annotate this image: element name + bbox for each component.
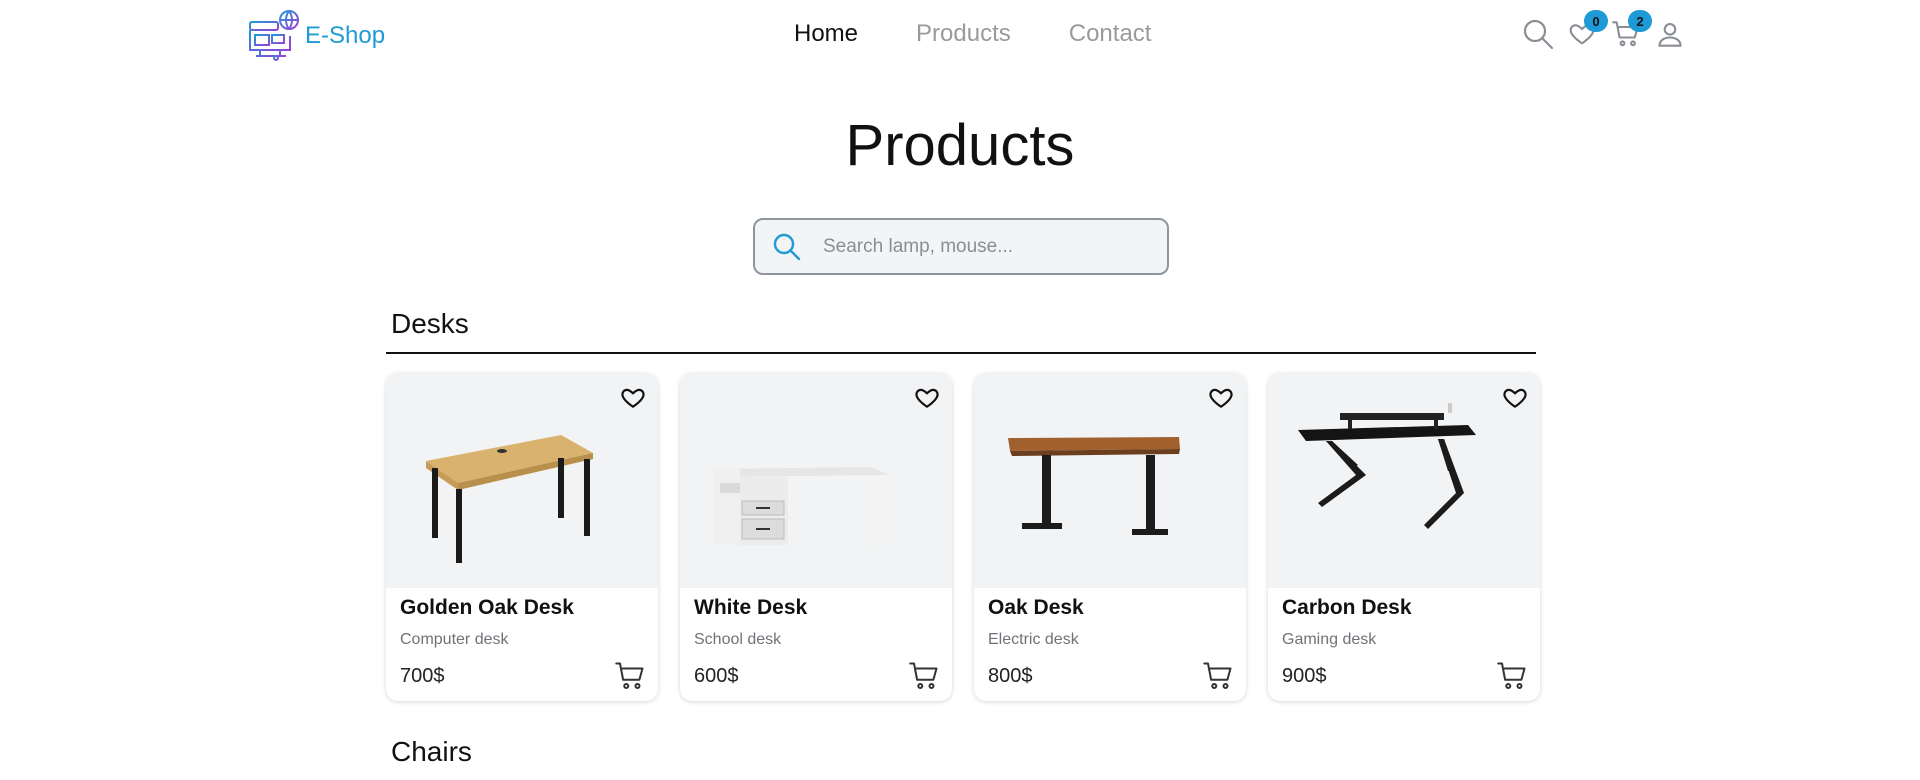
product-description: School desk xyxy=(694,631,782,648)
add-to-wishlist-button[interactable] xyxy=(1500,383,1530,413)
heart-icon xyxy=(915,388,939,408)
page-title: Products xyxy=(845,113,1075,178)
site-header: E-Shop Home Products Contact 0 2 xyxy=(0,0,1920,70)
add-to-wishlist-button[interactable] xyxy=(1206,383,1236,413)
wishlist-count-badge: 0 xyxy=(1584,10,1608,32)
product-name: Oak Desk xyxy=(988,596,1084,619)
add-to-cart-button[interactable] xyxy=(1496,660,1528,692)
heart-icon xyxy=(1503,388,1527,408)
brand-name: E-Shop xyxy=(305,22,386,49)
nav-home[interactable]: Home xyxy=(794,20,858,48)
search-icon xyxy=(771,231,803,263)
product-image xyxy=(680,373,952,588)
product-search-input[interactable] xyxy=(823,235,1143,258)
cart-icon xyxy=(1497,662,1526,689)
shop-logo-icon xyxy=(249,10,299,61)
product-price: 900$ xyxy=(1282,665,1327,687)
add-to-cart-button[interactable] xyxy=(1202,660,1234,692)
section-title-desks: Desks xyxy=(391,308,469,339)
product-name: Carbon Desk xyxy=(1282,596,1412,619)
header-search-button[interactable] xyxy=(1522,18,1554,50)
section-divider xyxy=(386,352,1536,354)
product-card[interactable]: Golden Oak Desk Computer desk 700$ xyxy=(386,373,658,701)
product-description: Computer desk xyxy=(400,631,509,648)
user-account-button[interactable] xyxy=(1654,18,1686,50)
nav-products[interactable]: Products xyxy=(916,20,1011,48)
user-icon xyxy=(1658,23,1682,47)
product-price: 600$ xyxy=(694,665,739,687)
product-search-box xyxy=(753,218,1169,275)
product-name: Golden Oak Desk xyxy=(400,596,574,619)
search-icon xyxy=(1523,19,1554,50)
product-name: White Desk xyxy=(694,596,808,619)
product-description: Electric desk xyxy=(988,631,1079,648)
heart-icon xyxy=(1209,388,1233,408)
brand-logo[interactable]: E-Shop xyxy=(246,8,385,64)
header-actions: 0 2 xyxy=(1522,10,1686,50)
wishlist-button[interactable]: 0 xyxy=(1566,10,1608,50)
product-card[interactable]: Oak Desk Electric desk 800$ xyxy=(974,373,1246,701)
add-to-cart-button[interactable] xyxy=(908,660,940,692)
product-image xyxy=(974,373,1246,588)
product-card[interactable]: White Desk School desk 600$ xyxy=(680,373,952,701)
product-price: 800$ xyxy=(988,665,1033,687)
product-description: Gaming desk xyxy=(1282,631,1377,648)
add-to-wishlist-button[interactable] xyxy=(618,383,648,413)
heart-icon xyxy=(621,388,645,408)
add-to-wishlist-button[interactable] xyxy=(912,383,942,413)
main-nav: Home Products Contact xyxy=(794,20,1151,48)
add-to-cart-button[interactable] xyxy=(614,660,646,692)
nav-contact[interactable]: Contact xyxy=(1069,20,1152,48)
product-price: 700$ xyxy=(400,665,445,687)
product-image xyxy=(386,373,658,588)
cart-icon xyxy=(1203,662,1232,689)
cart-icon xyxy=(615,662,644,689)
product-image xyxy=(1268,373,1540,588)
product-card[interactable]: Carbon Desk Gaming desk 900$ xyxy=(1268,373,1540,701)
cart-count-badge: 2 xyxy=(1628,10,1652,32)
cart-icon xyxy=(909,662,938,689)
section-title-chairs: Chairs xyxy=(391,736,472,767)
cart-button[interactable]: 2 xyxy=(1610,10,1652,50)
